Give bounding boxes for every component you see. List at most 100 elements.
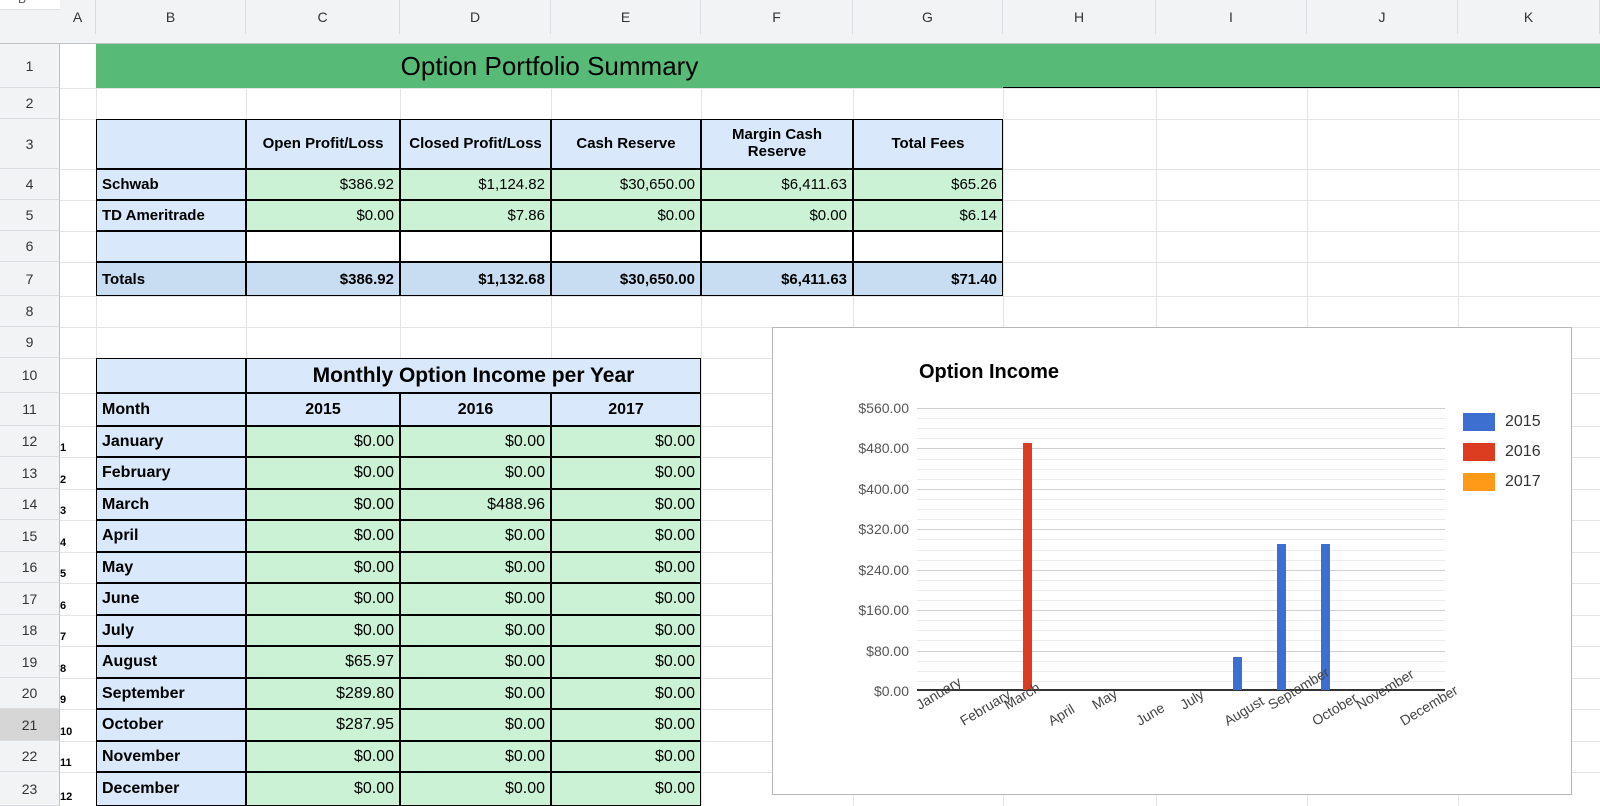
monthly-cell-0-2[interactable]: $0.00 (551, 426, 701, 457)
monthly-month-label-11[interactable]: December (96, 772, 246, 806)
monthly-column-header-2[interactable]: 2016 (400, 393, 551, 426)
column-header-J[interactable]: J (1307, 0, 1458, 34)
summary-cell-0-2[interactable]: $30,650.00 (551, 169, 701, 200)
monthly-cell-9-1[interactable]: $0.00 (400, 709, 551, 741)
monthly-month-label-0[interactable]: January (96, 426, 246, 457)
summary-corner-cell[interactable] (96, 119, 246, 169)
monthly-cell-10-0[interactable]: $0.00 (246, 741, 400, 772)
summary-totals-label[interactable]: Totals (96, 262, 246, 296)
monthly-cell-11-2[interactable]: $0.00 (551, 772, 701, 806)
monthly-month-label-7[interactable]: August (96, 646, 246, 678)
monthly-cell-4-0[interactable]: $0.00 (246, 552, 400, 583)
row-header-1[interactable]: 1 (0, 44, 60, 88)
row-header-5[interactable]: 5 (0, 200, 60, 231)
summary-cell-2-2[interactable] (551, 231, 701, 262)
row-header-16[interactable]: 16 (0, 552, 60, 583)
chart-legend-item-2016[interactable]: 2016 (1463, 437, 1541, 467)
row-header-4[interactable]: 4 (0, 169, 60, 200)
monthly-month-label-5[interactable]: June (96, 583, 246, 615)
summary-cell-1-2[interactable]: $0.00 (551, 200, 701, 231)
row-header-13[interactable]: 13 (0, 457, 60, 489)
summary-totals-value-3[interactable]: $6,411.63 (701, 262, 853, 296)
column-header-G[interactable]: G (853, 0, 1003, 34)
row-header-2[interactable]: 2 (0, 88, 60, 119)
monthly-cell-7-1[interactable]: $0.00 (400, 646, 551, 678)
monthly-corner-cell[interactable] (96, 358, 246, 393)
monthly-cell-6-1[interactable]: $0.00 (400, 615, 551, 646)
monthly-cell-1-2[interactable]: $0.00 (551, 457, 701, 489)
summary-cell-2-0[interactable] (246, 231, 400, 262)
summary-cell-1-1[interactable]: $7.86 (400, 200, 551, 231)
monthly-cell-9-2[interactable]: $0.00 (551, 709, 701, 741)
monthly-cell-11-1[interactable]: $0.00 (400, 772, 551, 806)
summary-totals-value-1[interactable]: $1,132.68 (400, 262, 551, 296)
column-header-E[interactable]: E (551, 0, 701, 34)
row-header-10[interactable]: 10 (0, 358, 60, 393)
monthly-month-label-2[interactable]: March (96, 489, 246, 520)
monthly-cell-0-1[interactable]: $0.00 (400, 426, 551, 457)
summary-column-header-1[interactable]: Closed Profit/Loss (400, 119, 551, 169)
summary-cell-0-4[interactable]: $65.26 (853, 169, 1003, 200)
monthly-column-header-0[interactable]: Month (96, 393, 246, 426)
column-header-B[interactable]: B (96, 0, 246, 34)
summary-cell-0-1[interactable]: $1,124.82 (400, 169, 551, 200)
chart-legend-item-2017[interactable]: 2017 (1463, 467, 1541, 497)
column-header-A[interactable]: A (60, 0, 96, 34)
summary-totals-value-0[interactable]: $386.92 (246, 262, 400, 296)
summary-cell-1-0[interactable]: $0.00 (246, 200, 400, 231)
summary-cell-1-4[interactable]: $6.14 (853, 200, 1003, 231)
column-header-H[interactable]: H (1003, 0, 1156, 34)
summary-row-label-1[interactable]: TD Ameritrade (96, 200, 246, 231)
monthly-month-label-3[interactable]: April (96, 520, 246, 552)
row-header-3[interactable]: 3 (0, 119, 60, 169)
row-header-7[interactable]: 7 (0, 262, 60, 296)
row-header-14[interactable]: 14 (0, 489, 60, 520)
row-header-8[interactable]: 8 (0, 296, 60, 327)
monthly-cell-9-0[interactable]: $287.95 (246, 709, 400, 741)
monthly-cell-7-0[interactable]: $65.97 (246, 646, 400, 678)
row-header-6[interactable]: 6 (0, 231, 60, 262)
monthly-cell-8-1[interactable]: $0.00 (400, 678, 551, 709)
monthly-cell-3-1[interactable]: $0.00 (400, 520, 551, 552)
row-header-17[interactable]: 17 (0, 583, 60, 615)
row-header-18[interactable]: 18 (0, 615, 60, 646)
row-header-21[interactable]: 21 (0, 709, 60, 741)
summary-cell-0-0[interactable]: $386.92 (246, 169, 400, 200)
summary-column-header-3[interactable]: Margin Cash Reserve (701, 119, 853, 169)
monthly-cell-8-0[interactable]: $289.80 (246, 678, 400, 709)
summary-row-label-2[interactable] (96, 231, 246, 262)
summary-cell-2-3[interactable] (701, 231, 853, 262)
monthly-cell-2-1[interactable]: $488.96 (400, 489, 551, 520)
column-header-F[interactable]: F (701, 0, 853, 34)
monthly-month-label-9[interactable]: October (96, 709, 246, 741)
monthly-month-label-1[interactable]: February (96, 457, 246, 489)
monthly-cell-11-0[interactable]: $0.00 (246, 772, 400, 806)
monthly-cell-5-0[interactable]: $0.00 (246, 583, 400, 615)
monthly-cell-10-2[interactable]: $0.00 (551, 741, 701, 772)
monthly-cell-0-0[interactable]: $0.00 (246, 426, 400, 457)
name-box-remnant[interactable]: B (18, 0, 26, 6)
summary-row-label-0[interactable]: Schwab (96, 169, 246, 200)
monthly-cell-3-2[interactable]: $0.00 (551, 520, 701, 552)
row-header-23[interactable]: 23 (0, 772, 60, 806)
column-header-I[interactable]: I (1156, 0, 1307, 34)
summary-totals-value-2[interactable]: $30,650.00 (551, 262, 701, 296)
summary-column-header-0[interactable]: Open Profit/Loss (246, 119, 400, 169)
summary-cell-1-3[interactable]: $0.00 (701, 200, 853, 231)
row-header-20[interactable]: 20 (0, 678, 60, 709)
row-header-15[interactable]: 15 (0, 520, 60, 552)
monthly-cell-4-2[interactable]: $0.00 (551, 552, 701, 583)
column-header-D[interactable]: D (400, 0, 551, 34)
row-header-22[interactable]: 22 (0, 741, 60, 772)
monthly-cell-10-1[interactable]: $0.00 (400, 741, 551, 772)
monthly-cell-1-0[interactable]: $0.00 (246, 457, 400, 489)
monthly-cell-1-1[interactable]: $0.00 (400, 457, 551, 489)
row-header-11[interactable]: 11 (0, 393, 60, 426)
monthly-cell-4-1[interactable]: $0.00 (400, 552, 551, 583)
monthly-cell-8-2[interactable]: $0.00 (551, 678, 701, 709)
monthly-month-label-6[interactable]: July (96, 615, 246, 646)
monthly-cell-7-2[interactable]: $0.00 (551, 646, 701, 678)
monthly-cell-6-0[interactable]: $0.00 (246, 615, 400, 646)
monthly-cell-6-2[interactable]: $0.00 (551, 615, 701, 646)
summary-column-header-4[interactable]: Total Fees (853, 119, 1003, 169)
